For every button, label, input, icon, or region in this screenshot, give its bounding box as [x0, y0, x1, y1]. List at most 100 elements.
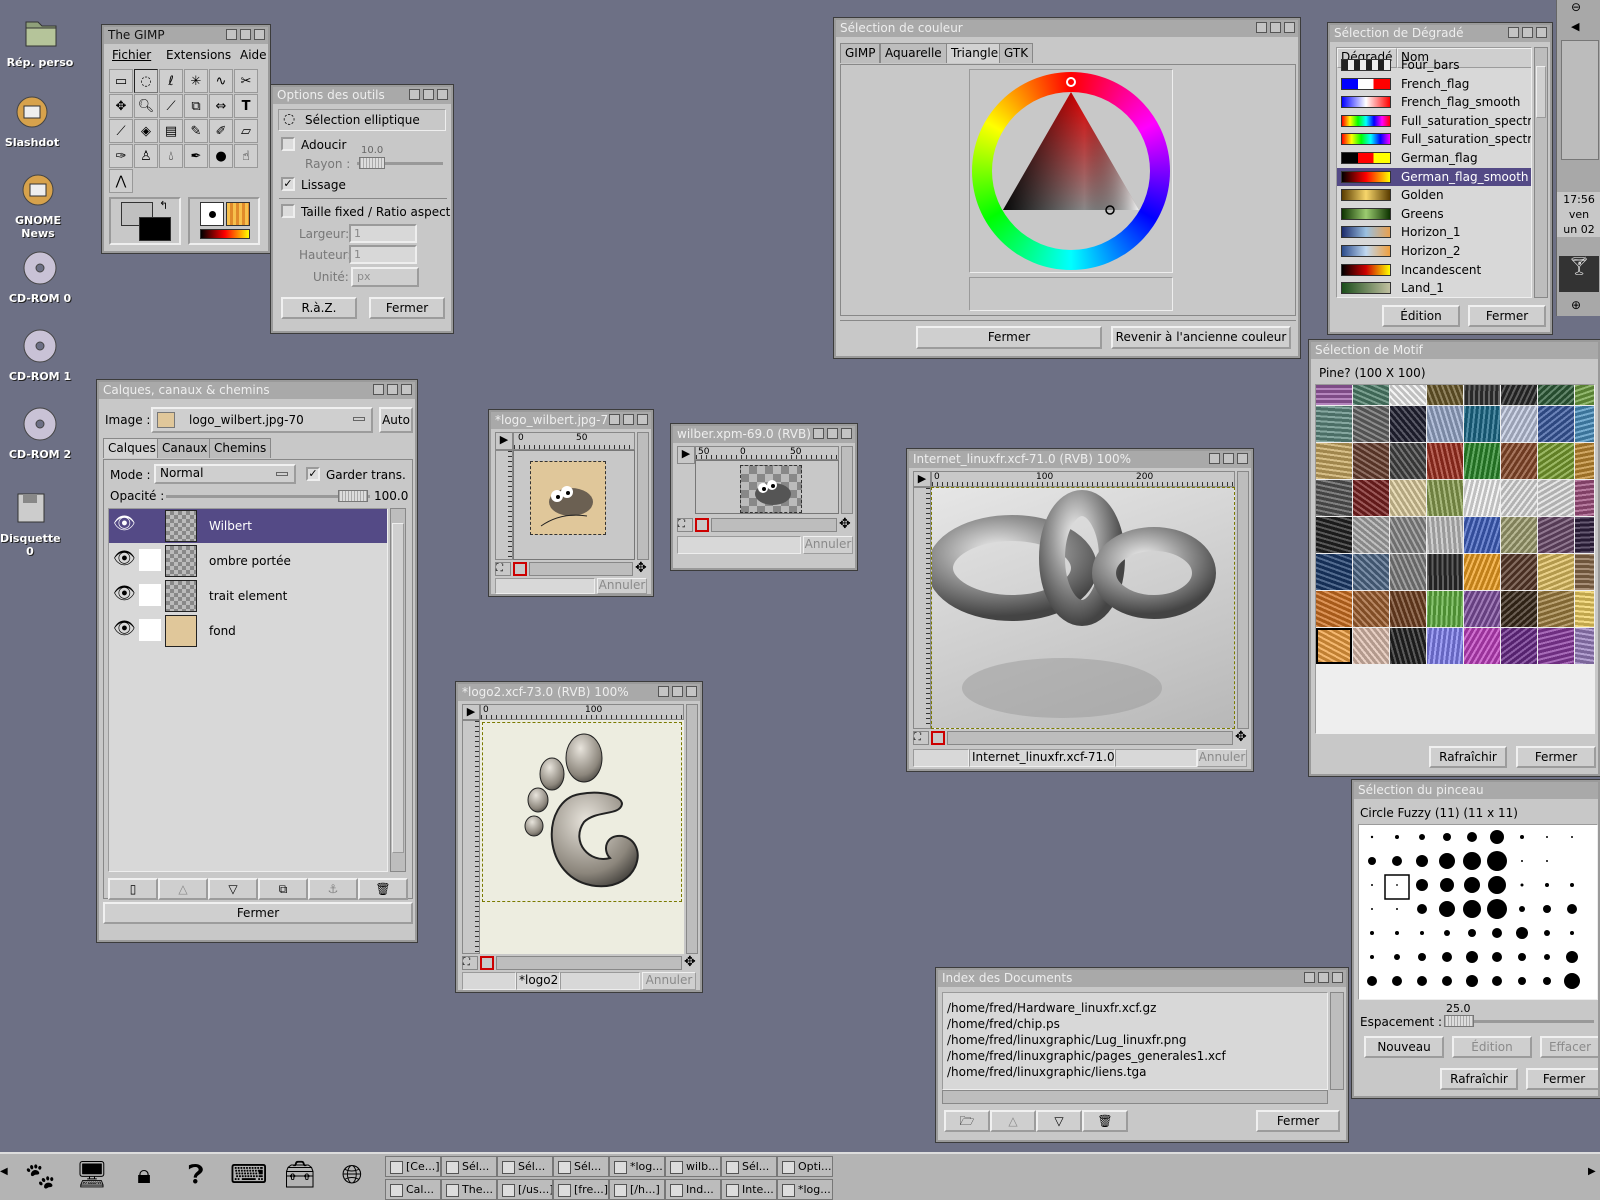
pattern-cell[interactable] — [1575, 406, 1594, 442]
pencil-tool-icon[interactable]: ✎ — [184, 119, 208, 143]
pattern-cell[interactable] — [1390, 385, 1426, 405]
pattern-cell[interactable] — [1427, 480, 1463, 516]
pattern-cell[interactable] — [1501, 591, 1537, 627]
delete-layer-icon[interactable]: 🗑︎ — [358, 878, 408, 900]
pattern-cell[interactable] — [1501, 517, 1537, 553]
brush-preview[interactable] — [1420, 931, 1424, 935]
task-button[interactable]: Ind... — [665, 1179, 721, 1200]
brush-preview[interactable] — [1571, 836, 1573, 838]
quickmask-icon[interactable]: ⛶ — [677, 518, 693, 532]
refresh-button[interactable]: Rafraîchir — [1440, 1068, 1518, 1090]
pager[interactable] — [1561, 40, 1599, 160]
pattern-cell[interactable] — [1575, 443, 1594, 479]
ellipse-select-tool-icon[interactable]: ◌ — [134, 69, 158, 93]
lock-icon[interactable]: 🔒︎ — [126, 1160, 162, 1196]
anchor-layer-icon[interactable]: ⚓︎ — [308, 878, 358, 900]
pattern-cell[interactable] — [1538, 517, 1574, 553]
brush-preview[interactable] — [1566, 951, 1578, 963]
brush-preview[interactable] — [1439, 853, 1455, 869]
canvas[interactable] — [480, 720, 684, 954]
antialias-checkbox[interactable]: ✓ — [281, 177, 295, 191]
brush-preview[interactable] — [1492, 928, 1502, 938]
collapse-arrow-icon[interactable]: ◀ — [1571, 20, 1579, 33]
quickmask-icon[interactable]: ⛶ — [495, 562, 511, 576]
edit-brush-button[interactable]: Édition — [1452, 1036, 1532, 1058]
tab-gtk[interactable]: GTK — [999, 43, 1034, 63]
pattern-cell[interactable] — [1575, 517, 1594, 553]
web-browser-icon[interactable]: 🌐︎ — [334, 1160, 370, 1196]
brush-preview[interactable] — [1520, 835, 1524, 839]
revert-color-button[interactable]: Revenir à l'ancienne couleur — [1111, 326, 1291, 349]
height-field[interactable]: 1 — [349, 245, 417, 264]
pattern-cell[interactable] — [1353, 517, 1389, 553]
brush-preview[interactable] — [1546, 836, 1548, 838]
brush-preview[interactable] — [1463, 852, 1481, 870]
auto-button[interactable]: Auto — [379, 407, 413, 433]
window-title[interactable]: Sélection de Dégradé — [1330, 25, 1550, 42]
hue-marker[interactable] — [1066, 77, 1076, 87]
pattern-cell[interactable] — [1427, 591, 1463, 627]
feather-checkbox[interactable] — [281, 137, 295, 151]
horizontal-scrollbar[interactable] — [711, 518, 837, 532]
brush-preview[interactable] — [1466, 975, 1478, 987]
gradient-row[interactable]: Full_saturation_spectru — [1337, 130, 1531, 149]
scroll-down-icon[interactable]: ⊕ — [1571, 298, 1581, 312]
pattern-cell[interactable] — [1501, 480, 1537, 516]
document-list-hscrollbar[interactable] — [942, 1090, 1328, 1104]
task-button[interactable]: [Ce...] — [385, 1156, 441, 1177]
gradient-row[interactable]: Greens — [1337, 205, 1531, 224]
brush-pattern-gradient-area[interactable] — [188, 197, 260, 245]
quickmask-on-icon[interactable] — [695, 518, 709, 532]
pattern-cell[interactable] — [1316, 554, 1352, 590]
layer-list-scrollbar[interactable] — [390, 508, 406, 872]
eye-icon[interactable]: 👁︎ — [113, 583, 136, 604]
brush-preview[interactable] — [1464, 877, 1480, 893]
eraser-tool-icon[interactable]: ▱ — [234, 119, 258, 143]
ink-tool-icon[interactable]: ✒ — [184, 144, 208, 168]
brush-preview[interactable] — [1418, 953, 1426, 961]
magic-wand-tool-icon[interactable]: ✳ — [184, 69, 208, 93]
brush-preview[interactable] — [1396, 908, 1398, 910]
window-title[interactable]: The GIMP — [104, 27, 268, 44]
brush-preview[interactable] — [1570, 931, 1574, 935]
vertical-scrollbar[interactable] — [686, 704, 698, 954]
horizontal-scrollbar[interactable] — [496, 956, 682, 970]
pattern-cell[interactable] — [1464, 591, 1500, 627]
horizontal-scrollbar[interactable] — [947, 731, 1233, 745]
task-button[interactable]: Sél... — [497, 1156, 553, 1177]
pattern-cell[interactable] — [1538, 406, 1574, 442]
gradient-row[interactable]: Golden — [1337, 186, 1531, 205]
brush-preview[interactable] — [1392, 976, 1402, 986]
navigate-icon[interactable]: ✥ — [839, 516, 851, 532]
brush-preview[interactable] — [1492, 976, 1502, 986]
document-list-scrollbar[interactable] — [1330, 992, 1344, 1090]
navigate-icon[interactable]: ✥ — [1235, 729, 1247, 745]
pattern-cell[interactable] — [1464, 406, 1500, 442]
lower-layer-icon[interactable]: ▽ — [208, 878, 258, 900]
close-button[interactable]: Fermer — [916, 326, 1102, 349]
image-select[interactable]: logo_wilbert.jpg-70 — [151, 407, 373, 433]
pattern-preview[interactable] — [226, 202, 250, 226]
help-icon[interactable]: ❓︎ — [178, 1160, 214, 1196]
brush-preview[interactable] — [1519, 906, 1525, 912]
brush-preview[interactable] — [1371, 884, 1373, 886]
dodge-tool-icon[interactable]: ● — [209, 144, 233, 168]
tab-paths[interactable]: Chemins — [209, 438, 272, 458]
radius-slider[interactable] — [357, 157, 443, 169]
gradient-row[interactable]: German_flag — [1337, 149, 1531, 168]
blur-tool-icon[interactable]: 💧︎ — [159, 144, 183, 168]
open-document-icon[interactable]: 🗁︎ — [944, 1110, 990, 1132]
brush-preview[interactable] — [1417, 904, 1427, 914]
pattern-cell[interactable] — [1390, 591, 1426, 627]
pattern-cell[interactable] — [1464, 628, 1500, 664]
pattern-cell[interactable] — [1427, 517, 1463, 553]
clone-tool-icon[interactable]: ♙ — [134, 144, 158, 168]
task-button[interactable]: The... — [441, 1179, 497, 1200]
pattern-cell[interactable] — [1390, 480, 1426, 516]
pattern-cell[interactable] — [1501, 443, 1537, 479]
brush-preview[interactable] — [1518, 953, 1526, 961]
brush-preview[interactable] — [1544, 954, 1550, 960]
navigate-icon[interactable]: ✥ — [684, 954, 696, 970]
task-button[interactable]: Sél... — [721, 1156, 777, 1177]
unit-select[interactable]: px — [351, 267, 419, 287]
